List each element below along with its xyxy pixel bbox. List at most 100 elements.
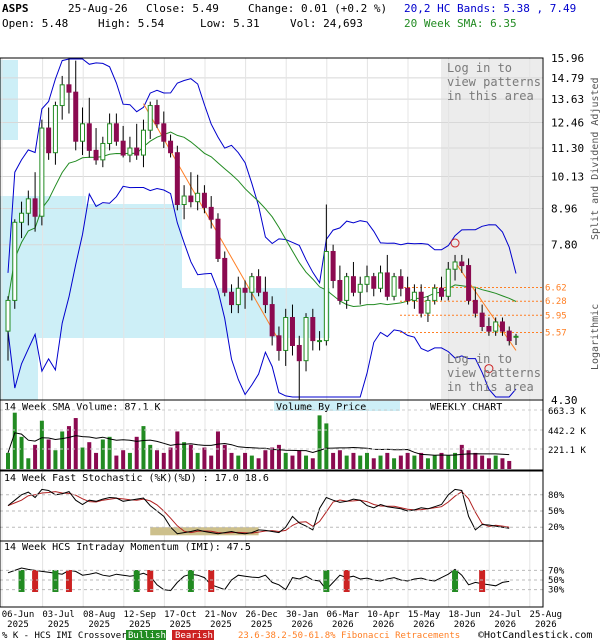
fib-label: 5.57 (545, 329, 567, 339)
candle-body (39, 127, 45, 217)
candle-body (46, 127, 52, 154)
bullish-crossover (452, 570, 459, 592)
candle-body (249, 276, 255, 293)
candle-body (19, 212, 25, 223)
volume-bar (209, 455, 214, 469)
candle-body (364, 276, 370, 285)
candle-body (405, 287, 411, 301)
stock-chart: ASPS 25-Aug-26 Close: 5.49 Change: 0.01 … (0, 2, 600, 641)
volume-bar (486, 458, 491, 469)
candle-body (5, 299, 11, 332)
price-tick-label: 8.96 (551, 203, 578, 216)
candle-body (452, 261, 458, 270)
candle-body (371, 276, 377, 289)
candle-body (201, 192, 207, 208)
volume-bar (73, 418, 78, 469)
fib-label: 6.28 (545, 297, 567, 307)
x-tick-date: 26-Dec (245, 610, 278, 620)
price-tick-label: 13.63 (551, 93, 584, 106)
x-tick-year: 2025 (170, 620, 192, 630)
vbp-zone (0, 60, 18, 140)
volume-bar (53, 450, 58, 469)
volume-bar (80, 447, 85, 469)
stochastic-title: 14 Week Fast Stochastic (%K)(%D) : 17.0 … (4, 473, 269, 484)
volume-bar (148, 444, 153, 469)
candle-body (80, 123, 86, 142)
stochastic-tick-label: 20% (548, 523, 565, 533)
candle-body (283, 317, 289, 351)
x-tick-date: 30-Jan (286, 610, 319, 620)
bullish-crossover (323, 570, 330, 592)
candle-body (147, 105, 153, 131)
x-tick-year: 2025 (129, 620, 151, 630)
candle-body (181, 195, 187, 206)
imi-tick-label: 30% (548, 586, 565, 596)
candle-body (391, 276, 397, 297)
volume-bar (127, 452, 132, 469)
candle-body (174, 152, 180, 206)
symbol: ASPS (2, 2, 29, 15)
candle-body (154, 105, 160, 125)
volume-bar (283, 452, 288, 469)
x-tick-date: 24-Jul (489, 610, 522, 620)
volume-bar (243, 452, 248, 469)
bearish-crossover (147, 570, 154, 592)
volume-bar (256, 458, 261, 469)
x-tick-year: 2026 (454, 620, 476, 630)
candle-body (140, 129, 146, 156)
volume-bar (60, 431, 65, 469)
candle-body (107, 123, 113, 144)
volume-bar (161, 452, 166, 469)
low-value: Low: 5.31 (200, 17, 260, 30)
volume-bar (371, 458, 376, 469)
volume-bar (26, 458, 31, 469)
login-shade (441, 59, 542, 399)
x-tick-year: 2026 (535, 620, 557, 630)
fib-label: 23.6-38.2-50-61.8% Fibonacci Retracement… (238, 631, 460, 640)
volume-bar (107, 436, 112, 469)
volume-bar (317, 415, 322, 469)
volume-bar (6, 452, 10, 469)
candle-body (242, 287, 248, 293)
volume-bar (12, 412, 17, 469)
candle-body (303, 317, 309, 362)
x-tick-date: 10-Apr (367, 610, 400, 620)
candle-body (52, 105, 58, 154)
volume-bar (358, 455, 363, 469)
fib-label: 6.62 (545, 283, 567, 293)
volume-bar (100, 439, 105, 469)
bullish-crossover (133, 570, 140, 592)
volume-bar (473, 452, 478, 469)
volume-bar (222, 444, 227, 469)
volume-bar (304, 455, 309, 469)
bearish-crossover (208, 570, 215, 592)
candle-body (215, 218, 221, 259)
volume-bar (507, 460, 512, 469)
volume-bar (141, 426, 146, 469)
bearish-crossover (65, 570, 72, 592)
volume-panel: 14 Week SMA Volume: 87.1 K Volume By Pri… (0, 399, 587, 471)
candle-body (93, 149, 99, 161)
volume-bar (114, 455, 119, 469)
login-line-2: view patterns (447, 366, 541, 380)
x-tick-date: 21-Nov (205, 610, 238, 620)
candle-body (168, 140, 174, 154)
price-tick-label: 14.79 (551, 72, 584, 85)
volume-bar (297, 450, 302, 469)
volume-bar (175, 431, 180, 469)
volume-bar (351, 452, 356, 469)
volume-bar (493, 455, 498, 469)
x-tick-date: 08-Aug (83, 610, 116, 620)
candle-body (317, 340, 323, 343)
candle-body (127, 147, 133, 156)
volume-bar (229, 452, 234, 469)
price-tick-label: 10.13 (551, 171, 584, 184)
candle-body (32, 198, 38, 217)
bullish-crossover (18, 570, 25, 592)
volume-bar (87, 442, 92, 469)
credit: ©HotCandlestick.com (478, 630, 592, 640)
x-tick-date: 18-Jun (448, 610, 481, 620)
x-tick-year: 2025 (88, 620, 110, 630)
volume-bar (188, 444, 193, 469)
candle-body (208, 206, 214, 220)
